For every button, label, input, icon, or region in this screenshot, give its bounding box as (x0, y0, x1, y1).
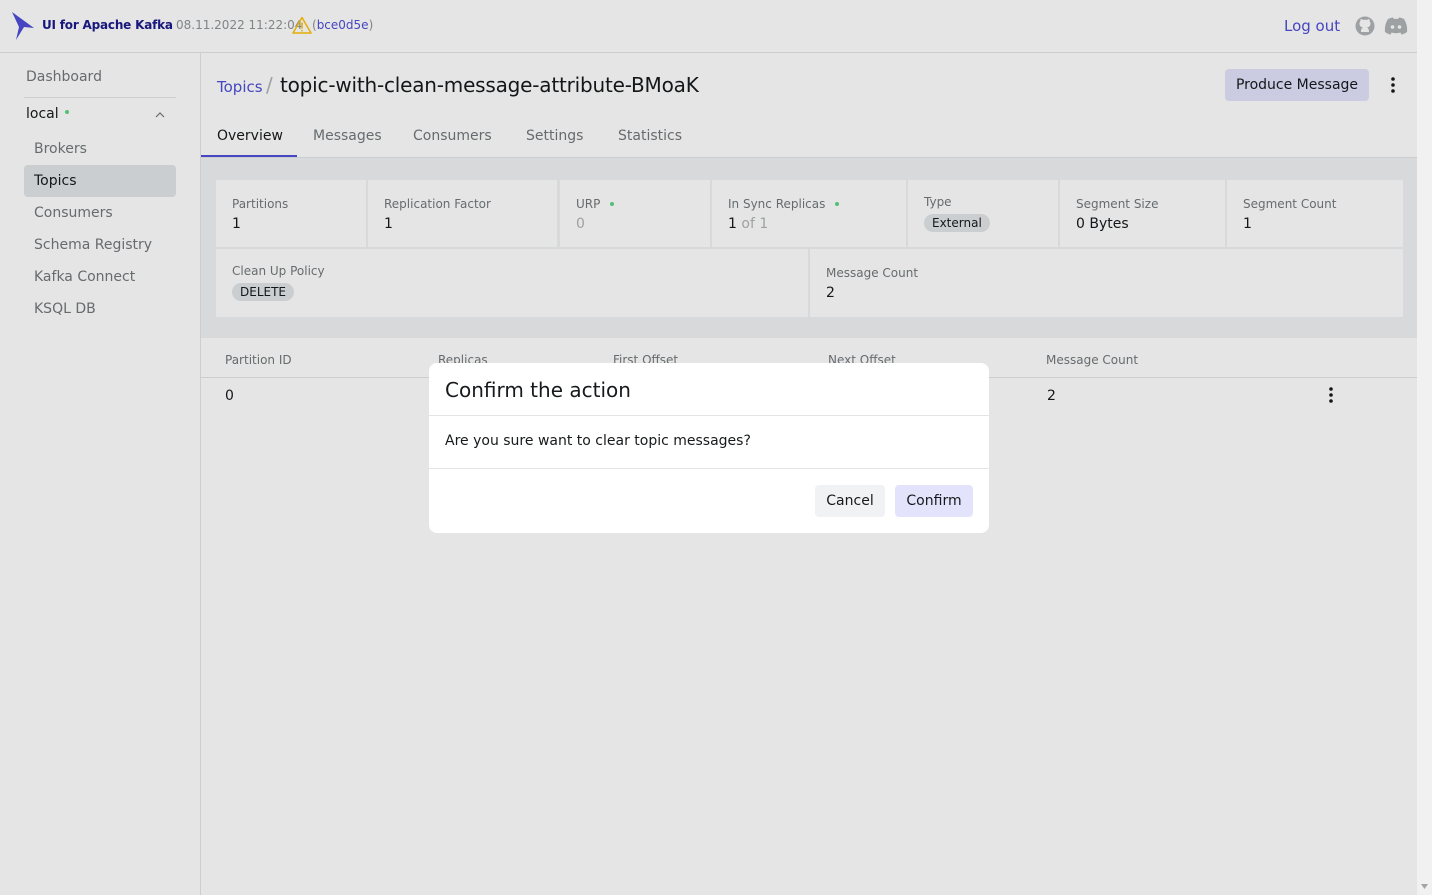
dialog-divider (429, 468, 989, 469)
confirm-button[interactable]: Confirm (895, 485, 973, 517)
dialog-message: Are you sure want to clear topic message… (445, 433, 751, 449)
dialog-title: Confirm the action (445, 378, 631, 402)
scroll-down-arrow-icon[interactable] (1421, 884, 1428, 889)
confirm-dialog: Confirm the action Are you sure want to … (429, 363, 989, 533)
cancel-button[interactable]: Cancel (815, 485, 885, 517)
scrollbar[interactable] (1417, 0, 1432, 895)
dialog-divider (429, 415, 989, 416)
